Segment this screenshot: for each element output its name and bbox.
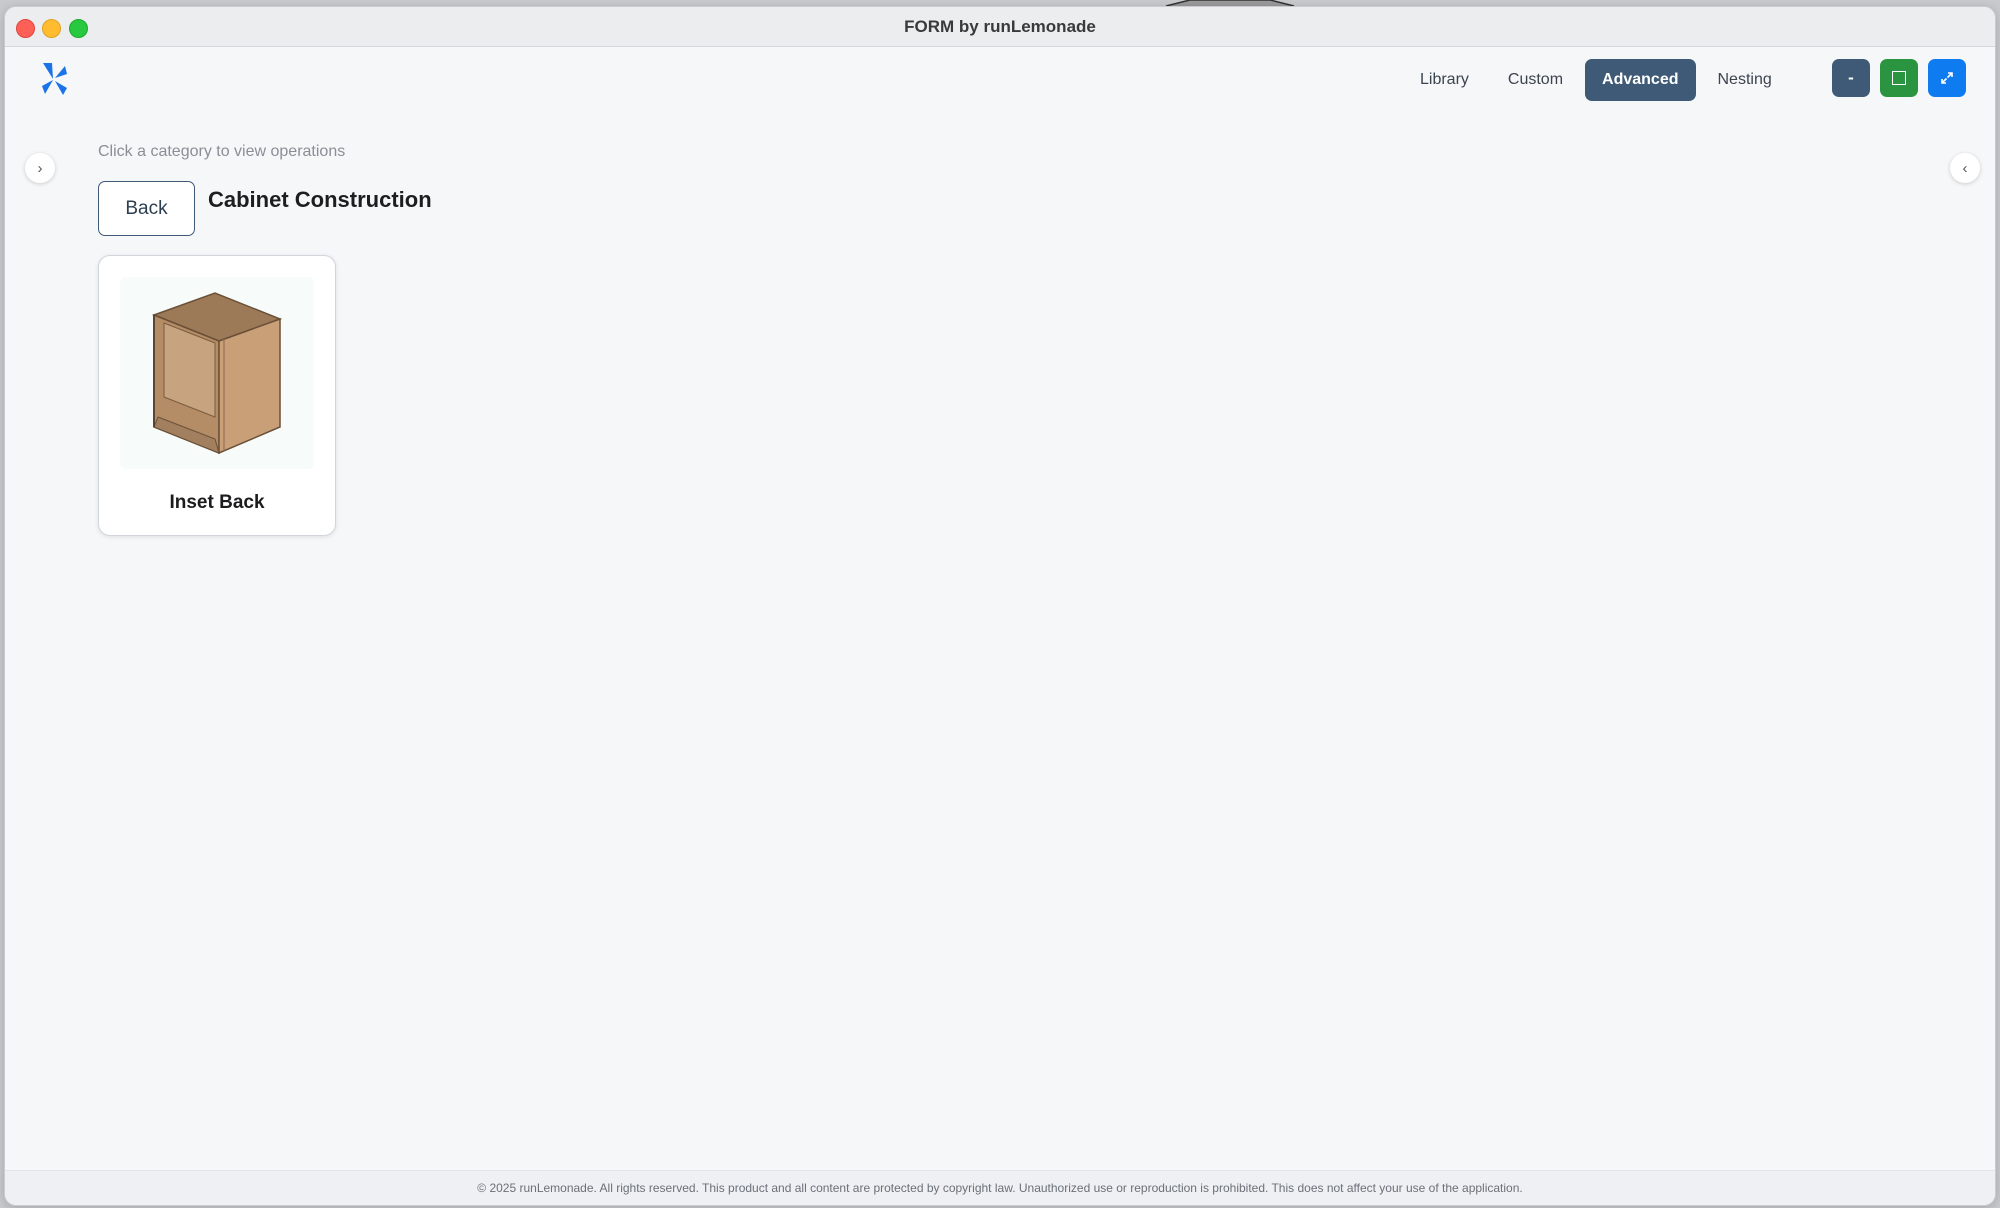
- copyright-text: © 2025 runLemonade. All rights reserved.…: [477, 1181, 1523, 1195]
- expand-icon: [1941, 72, 1953, 84]
- footer: © 2025 runLemonade. All rights reserved.…: [5, 1170, 1995, 1205]
- tab-library[interactable]: Library: [1403, 59, 1486, 101]
- main-nav: Library Custom Advanced Nesting: [1403, 59, 1794, 101]
- tab-nesting[interactable]: Nesting: [1701, 59, 1789, 101]
- tab-advanced[interactable]: Advanced: [1585, 59, 1696, 101]
- square-view-button[interactable]: [1880, 59, 1918, 97]
- page-title: Cabinet Construction: [208, 187, 432, 212]
- cabinet-box-icon: [151, 292, 283, 455]
- back-button[interactable]: Back: [98, 181, 195, 236]
- expand-button[interactable]: [1928, 59, 1966, 97]
- window-title: FORM by runLemonade: [904, 17, 1096, 36]
- operation-card-inset-back[interactable]: Inset Back: [98, 255, 336, 536]
- minimize-label: -: [1848, 68, 1854, 87]
- card-label: Inset Back: [169, 492, 265, 513]
- app-logo-icon[interactable]: [39, 61, 69, 97]
- title-bar: FORM by runLemonade: [5, 7, 1995, 47]
- tab-custom[interactable]: Custom: [1491, 59, 1580, 101]
- app-window: FORM by runLemonade Library Custom Advan…: [4, 6, 1996, 1206]
- minimize-panel-button[interactable]: -: [1832, 59, 1870, 97]
- card-image: [120, 277, 314, 469]
- right-sidebar-toggle[interactable]: ‹: [1950, 153, 1980, 183]
- chevron-left-icon: ‹: [1962, 159, 1968, 177]
- left-sidebar-toggle[interactable]: ›: [25, 153, 55, 183]
- chevron-right-icon: ›: [37, 159, 43, 177]
- square-icon: [1892, 71, 1906, 85]
- category-hint: Click a category to view operations: [98, 143, 346, 160]
